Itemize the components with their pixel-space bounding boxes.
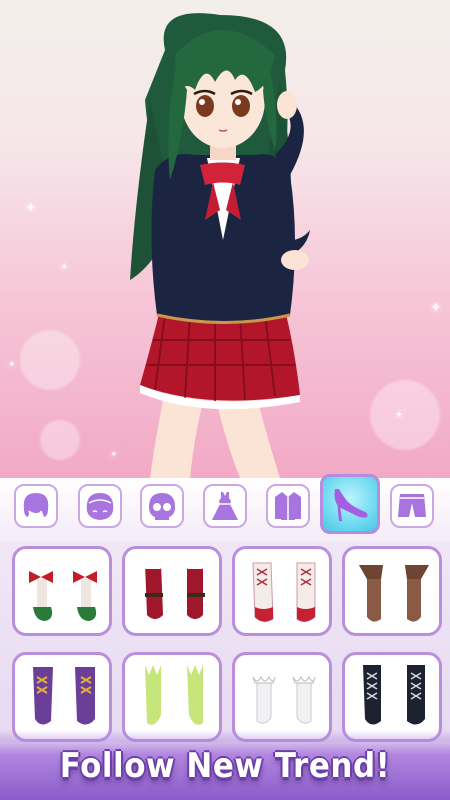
bokeh-light bbox=[20, 330, 80, 390]
tab-dress[interactable] bbox=[203, 484, 247, 528]
item-brown-boots[interactable] bbox=[342, 546, 442, 636]
hair-icon bbox=[23, 493, 49, 518]
item-white-ruffle-socks[interactable] bbox=[232, 652, 332, 742]
item-red-boots[interactable] bbox=[122, 546, 222, 636]
anime-girl-character bbox=[130, 13, 310, 478]
sparkle-icon: ✦ bbox=[430, 300, 442, 316]
tab-face[interactable] bbox=[140, 484, 184, 528]
tab-hair-front[interactable] bbox=[14, 484, 58, 528]
sparkle-icon: ✦ bbox=[60, 262, 69, 273]
tab-hair-back[interactable] bbox=[78, 484, 122, 528]
item-lace-up-boots[interactable] bbox=[232, 546, 332, 636]
banner-title: Follow New Trend! bbox=[59, 746, 391, 786]
sparkle-icon: ✦ bbox=[8, 360, 16, 370]
tab-shoes[interactable] bbox=[320, 474, 380, 534]
category-bar bbox=[0, 474, 450, 542]
black-boots-icon bbox=[363, 665, 425, 725]
skull-face-icon bbox=[149, 493, 175, 520]
sparkle-icon: ✦ bbox=[395, 410, 404, 421]
tab-jacket[interactable] bbox=[266, 484, 310, 528]
high-heel-icon bbox=[334, 489, 368, 521]
item-green-socks[interactable] bbox=[122, 652, 222, 742]
item-bow-shoes[interactable] bbox=[12, 546, 112, 636]
tab-bottoms[interactable] bbox=[390, 484, 434, 528]
item-grid bbox=[0, 542, 450, 742]
bokeh-light bbox=[370, 380, 440, 450]
jacket-icon bbox=[275, 492, 301, 520]
bow-shoes-icon bbox=[29, 571, 97, 621]
lace-up-boots-icon bbox=[252, 562, 316, 623]
shorts-icon bbox=[398, 494, 426, 517]
face-icon bbox=[86, 493, 114, 520]
sparkle-icon: ✦ bbox=[25, 200, 37, 216]
white-ruffle-socks-icon bbox=[252, 675, 316, 724]
red-boots-icon bbox=[143, 559, 205, 619]
green-socks-icon bbox=[145, 665, 203, 725]
item-purple-boots[interactable] bbox=[12, 652, 112, 742]
character-stage: ✦ ✦ ✦ ✦ ✦ ✦ bbox=[0, 0, 450, 478]
item-black-boots[interactable] bbox=[342, 652, 442, 742]
promo-banner: Follow New Trend! bbox=[0, 730, 450, 800]
bokeh-light bbox=[40, 420, 80, 460]
purple-boots-icon bbox=[33, 667, 95, 725]
dress-icon bbox=[212, 492, 238, 520]
brown-boots-icon bbox=[359, 565, 429, 622]
